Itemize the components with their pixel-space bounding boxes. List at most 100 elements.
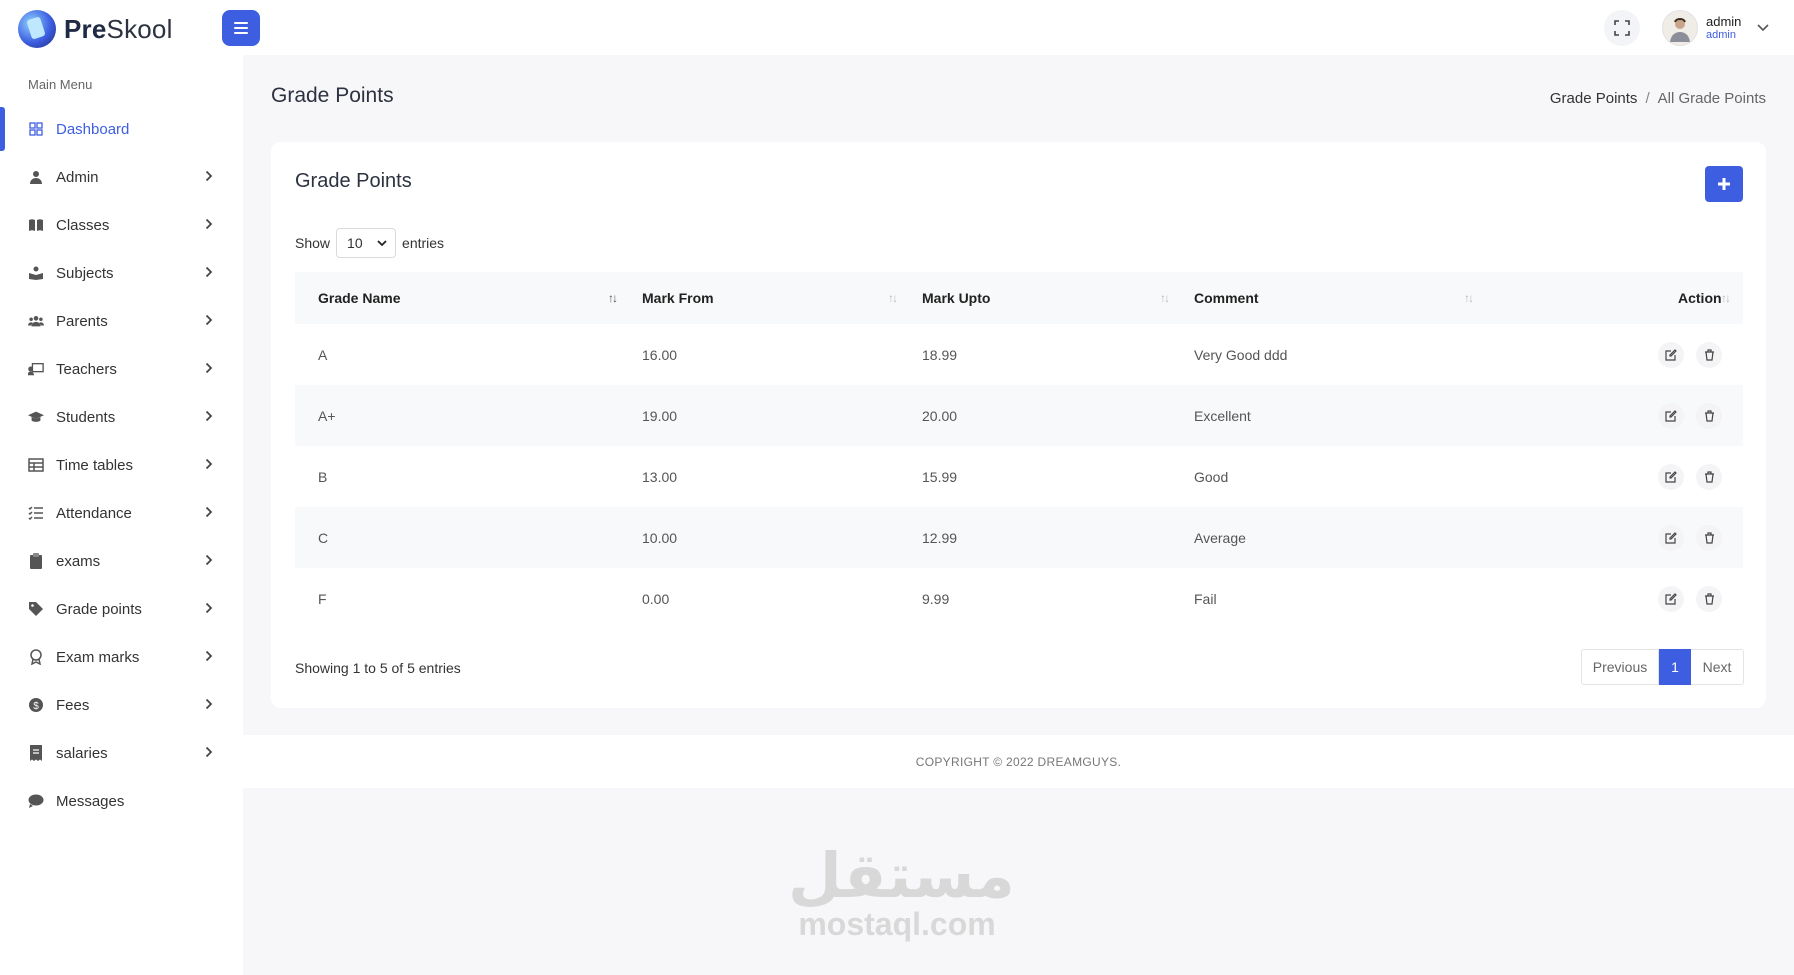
chevron-right-icon (205, 170, 213, 182)
cell-mark-upto: 9.99 (922, 590, 950, 607)
delete-button[interactable] (1696, 586, 1722, 612)
sort-icon[interactable]: ↑↓ (1160, 291, 1170, 305)
sidebar-item-attendance[interactable]: Attendance (0, 489, 243, 537)
sidebar-item-label: Time tables (56, 456, 133, 474)
chevron-right-icon (205, 266, 213, 278)
comment-icon (28, 793, 44, 809)
table-header: Grade Name ↑↓ Mark From ↑↓ Mark Upto ↑↓ … (295, 272, 1743, 324)
sidebar-item-dashboard[interactable]: Dashboard (0, 105, 243, 153)
column-header-mark-from[interactable]: Mark From (642, 272, 714, 324)
trash-icon (1704, 593, 1714, 605)
delete-button[interactable] (1696, 525, 1722, 551)
cell-mark-from: 13.00 (642, 468, 678, 485)
user-role: admin (1706, 29, 1736, 42)
cell-mark-from: 19.00 (642, 407, 678, 424)
chevron-down-icon (377, 239, 387, 246)
sort-icon[interactable]: ↑↓ (1721, 291, 1731, 305)
trash-icon (1704, 410, 1714, 422)
column-header-comment[interactable]: Comment (1194, 272, 1259, 324)
cell-comment: Very Good ddd (1194, 346, 1288, 363)
trash-icon (1704, 532, 1714, 544)
sidebar-menu-title: Main Menu (28, 77, 93, 92)
add-grade-button[interactable] (1705, 166, 1743, 202)
sidebar-item-messages[interactable]: Messages (0, 777, 243, 825)
sidebar-item-label: Parents (56, 312, 108, 330)
book-reader-icon (28, 265, 44, 281)
sort-icon[interactable]: ↑↓ (888, 291, 898, 305)
breadcrumb-separator: / (1645, 90, 1650, 107)
cell-grade-name: F (318, 590, 327, 607)
table-row: B 13.00 15.99 Good (295, 446, 1743, 507)
book-open-icon (28, 217, 44, 233)
sidebar-item-label: Grade points (56, 600, 142, 618)
column-header-mark-upto[interactable]: Mark Upto (922, 272, 990, 324)
avatar (1662, 10, 1698, 46)
pagination-next-button[interactable]: Next (1691, 649, 1744, 685)
sort-icon[interactable]: ↑↓ (1464, 291, 1474, 305)
entries-label: entries (402, 235, 445, 251)
chevron-right-icon (205, 650, 213, 662)
grade-points-card: Grade Points Show 10 entries Grade Name … (271, 142, 1766, 708)
edit-icon (1665, 349, 1677, 361)
cell-mark-upto: 15.99 (922, 468, 958, 485)
graduation-cap-icon (28, 409, 44, 425)
entries-per-page-value: 10 (347, 235, 363, 251)
sort-icon[interactable]: ↑↓ (608, 291, 618, 305)
sidebar-item-exams[interactable]: exams (0, 537, 243, 585)
sidebar-item-salaries[interactable]: salaries (0, 729, 243, 777)
users-icon (28, 313, 44, 329)
edit-button[interactable] (1658, 525, 1684, 551)
sidebar-item-students[interactable]: Students (0, 393, 243, 441)
sidebar-item-exam-marks[interactable]: Exam marks (0, 633, 243, 681)
delete-button[interactable] (1696, 342, 1722, 368)
sidebar-item-label: Admin (56, 168, 99, 186)
cell-mark-upto: 18.99 (922, 346, 958, 363)
sidebar-item-parents[interactable]: Parents (0, 297, 243, 345)
cell-comment: Excellent (1194, 407, 1251, 424)
sidebar-item-label: Exam marks (56, 648, 140, 666)
footer: COPYRIGHT © 2022 DREAMGUYS. (243, 735, 1794, 788)
sidebar-item-subjects[interactable]: Subjects (0, 249, 243, 297)
user-menu[interactable]: admin admin (1662, 10, 1769, 46)
show-label: Show (295, 235, 331, 251)
chevron-down-icon (1757, 24, 1769, 32)
breadcrumb-link[interactable]: Grade Points (1550, 90, 1638, 107)
sidebar-item-time-tables[interactable]: Time tables (0, 441, 243, 489)
fullscreen-button[interactable] (1604, 10, 1640, 46)
cell-mark-from: 10.00 (642, 529, 678, 546)
trash-icon (1704, 349, 1714, 361)
edit-button[interactable] (1658, 342, 1684, 368)
delete-button[interactable] (1696, 403, 1722, 429)
table-row: A+ 19.00 20.00 Excellent (295, 385, 1743, 446)
chevron-right-icon (205, 506, 213, 518)
sidebar-item-grade-points[interactable]: Grade points (0, 585, 243, 633)
edit-button[interactable] (1658, 403, 1684, 429)
delete-button[interactable] (1696, 464, 1722, 490)
plus-icon (1718, 178, 1730, 190)
user-name: admin (1706, 13, 1742, 29)
menu-toggle-button[interactable] (222, 10, 260, 46)
sidebar-item-label: Dashboard (56, 120, 130, 138)
pagination-previous-button[interactable]: Previous (1581, 649, 1659, 685)
logo[interactable]: PreSkool (18, 10, 173, 48)
sidebar-item-label: exams (56, 552, 101, 570)
chevron-right-icon (205, 698, 213, 710)
breadcrumb-current: All Grade Points (1657, 90, 1766, 107)
user-tie-icon (28, 169, 44, 185)
list-check-icon (28, 505, 44, 521)
sidebar-item-teachers[interactable]: Teachers (0, 345, 243, 393)
column-header-grade-name[interactable]: Grade Name (318, 272, 400, 324)
sidebar-item-fees[interactable]: $ Fees (0, 681, 243, 729)
sidebar-item-classes[interactable]: Classes (0, 201, 243, 249)
cell-mark-from: 16.00 (642, 346, 678, 363)
fullscreen-icon (1614, 20, 1630, 36)
chevron-right-icon (205, 314, 213, 326)
pagination-page-1[interactable]: 1 (1659, 649, 1691, 685)
copyright-text: COPYRIGHT © 2022 DREAMGUYS. (915, 754, 1122, 769)
entries-per-page-select[interactable]: 10 (336, 228, 397, 258)
edit-button[interactable] (1658, 464, 1684, 490)
edit-button[interactable] (1658, 586, 1684, 612)
cell-mark-upto: 12.99 (922, 529, 958, 546)
column-header-action[interactable]: Action (1678, 272, 1722, 324)
sidebar-item-admin[interactable]: Admin (0, 153, 243, 201)
